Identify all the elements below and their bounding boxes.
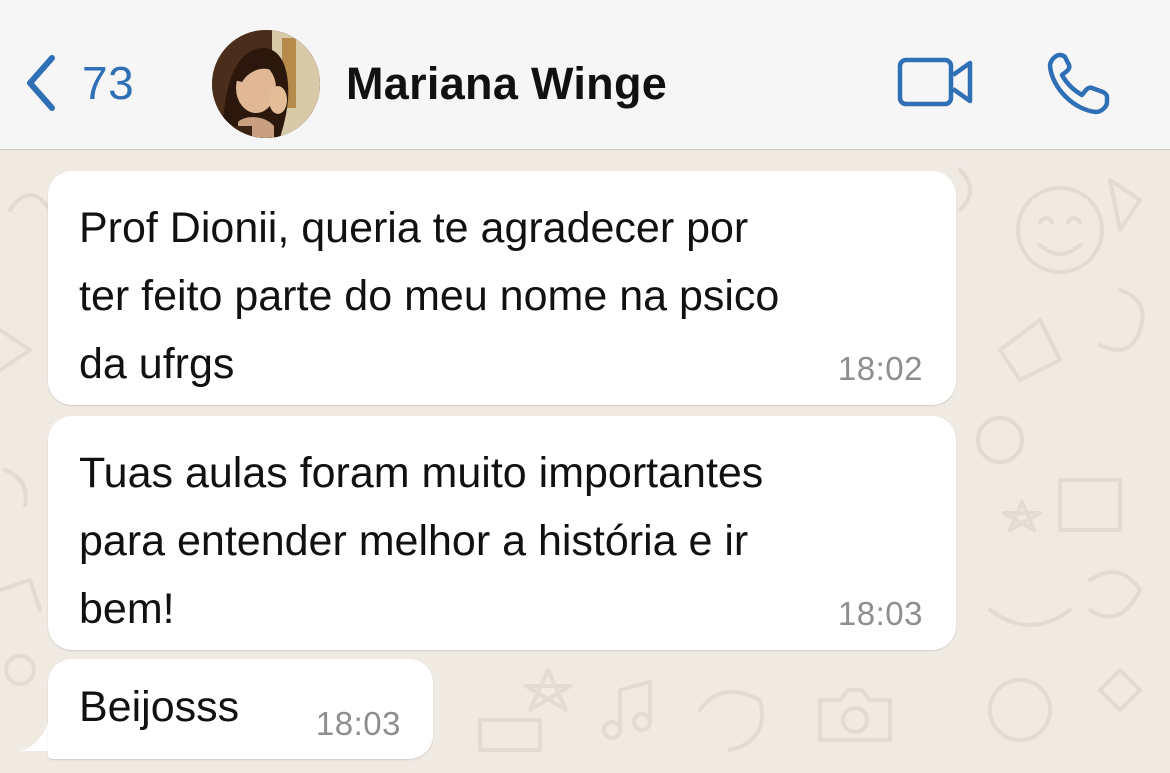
- video-camera-icon: [897, 57, 973, 107]
- message-text: Tuas aulas foram muito importantes para …: [79, 439, 763, 643]
- unread-count: 73: [82, 57, 135, 109]
- chat-header: 73 Mariana Winge: [0, 0, 1170, 150]
- video-call-button[interactable]: [896, 55, 976, 114]
- message-timestamp: 18:03: [315, 705, 401, 742]
- message-line: Beijosss: [79, 683, 240, 731]
- message-bubble[interactable]: Beijosss 18:03: [48, 659, 433, 759]
- phone-icon: [1047, 52, 1110, 115]
- message-bubble[interactable]: Prof Dionii, queria te agradecer por ter…: [48, 171, 956, 405]
- message-line: da ufrgs: [79, 340, 235, 388]
- back-button[interactable]: 73: [20, 48, 170, 118]
- message-list[interactable]: Prof Dionii, queria te agradecer por ter…: [0, 150, 1170, 773]
- message-line: Prof Dionii, queria te agradecer por: [79, 204, 749, 252]
- message-line: bem!: [79, 585, 175, 633]
- message-text: Beijosss: [79, 673, 239, 741]
- voice-call-button[interactable]: [1046, 50, 1112, 121]
- message-bubble[interactable]: Tuas aulas foram muito importantes para …: [48, 416, 956, 650]
- avatar[interactable]: [212, 30, 320, 138]
- message-timestamp: 18:03: [837, 595, 923, 632]
- chevron-left-icon: [27, 55, 55, 111]
- message-line: ter feito parte do meu nome na psico: [79, 272, 780, 320]
- avatar-photo: [212, 30, 320, 138]
- contact-name[interactable]: Mariana Winge: [346, 58, 667, 110]
- message-line: Tuas aulas foram muito importantes: [79, 449, 764, 497]
- message-timestamp: 18:02: [837, 350, 923, 387]
- message-line: para entender melhor a história e ir: [79, 517, 749, 565]
- message-text: Prof Dionii, queria te agradecer por ter…: [79, 194, 779, 398]
